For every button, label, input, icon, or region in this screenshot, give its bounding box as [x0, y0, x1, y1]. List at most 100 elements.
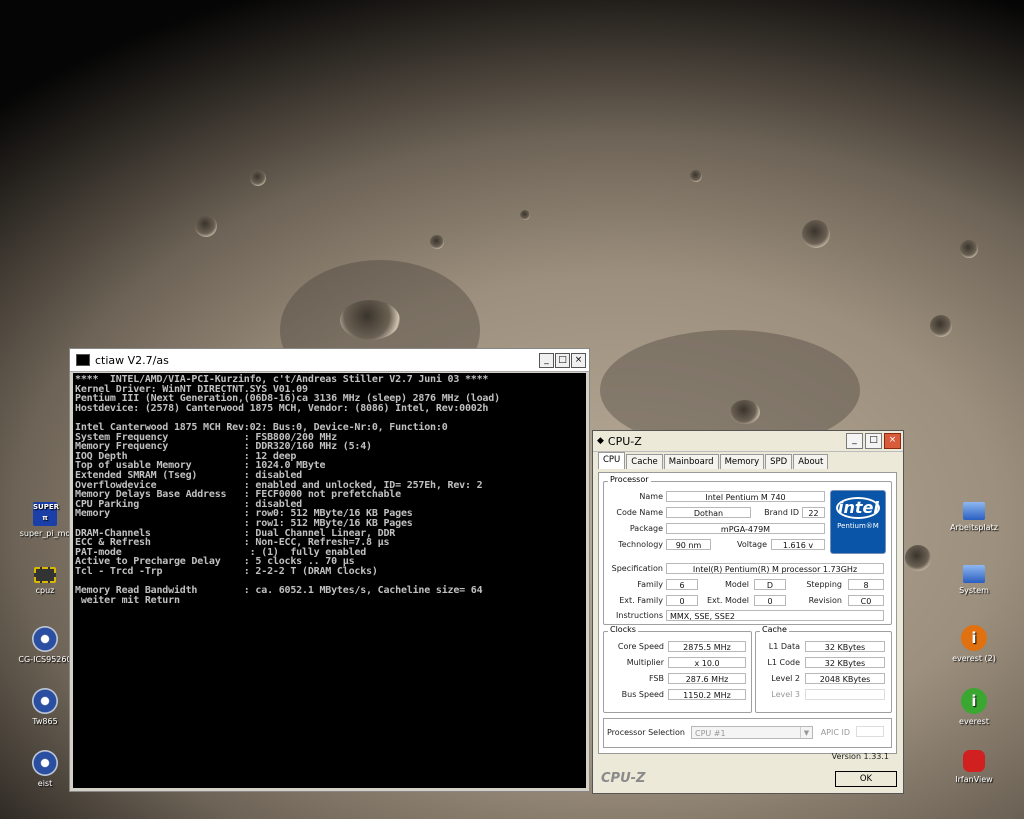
- info-icon: i: [961, 625, 987, 651]
- console-line: Hostdevice: (2578) Canterwood 1875 MCH, …: [75, 402, 489, 414]
- desktop-icon-system[interactable]: System: [942, 565, 1006, 595]
- processor-selection-label: Processor Selection: [607, 728, 685, 737]
- voltage-label: Voltage: [736, 540, 767, 549]
- tab-spd[interactable]: SPD: [765, 454, 793, 469]
- revision-value: C0: [848, 595, 884, 606]
- desktop-icon-arbeitsplatz[interactable]: Arbeitsplatz: [942, 502, 1006, 532]
- l1-code-value: 32 KBytes: [805, 657, 885, 668]
- desktop-icon-everest-2[interactable]: i everest (2): [942, 625, 1006, 663]
- desktop-icon-eist[interactable]: eist: [13, 750, 77, 788]
- stepping-label: Stepping: [806, 580, 842, 589]
- desktop-icon-label: everest (2): [952, 654, 996, 663]
- bus-speed-label: Bus Speed: [621, 690, 664, 699]
- apic-id-label: APIC ID: [820, 728, 850, 737]
- console-title: ctiaw V2.7/as: [95, 353, 169, 367]
- multiplier-value: x 10.0: [668, 657, 746, 668]
- tab-about[interactable]: About: [793, 454, 829, 469]
- l1-data-label: L1 Data: [768, 642, 800, 651]
- level2-value: 2048 KBytes: [805, 673, 885, 684]
- desktop-icon-label: cpuz: [35, 586, 55, 595]
- brandid-label: Brand ID: [764, 508, 799, 517]
- maximize-button[interactable]: □: [555, 352, 570, 368]
- processor-selection-dropdown[interactable]: CPU #1 ▼: [691, 726, 813, 739]
- spec-value: Intel(R) Pentium(R) M processor 1.73GHz: [666, 563, 884, 574]
- desktop-icon-cpuz[interactable]: cpuz: [13, 567, 77, 595]
- tool-gear-icon: [32, 688, 58, 714]
- core-speed-value: 2875.5 MHz: [668, 641, 746, 652]
- minimize-button[interactable]: _: [539, 352, 554, 368]
- fsb-label: FSB: [648, 674, 664, 683]
- desktop-icon-cg-ics[interactable]: CG-ICS95260: [13, 626, 77, 664]
- package-value: mPGA-479M: [666, 523, 825, 534]
- console-titlebar[interactable]: ctiaw V2.7/as _ □ ×: [70, 349, 589, 372]
- desktop-icon-label: everest: [959, 717, 989, 726]
- processor-group-label: Processor: [608, 475, 651, 484]
- tab-memory[interactable]: Memory: [719, 454, 765, 469]
- tab-cpu[interactable]: CPU: [598, 452, 626, 469]
- computer-icon: [963, 502, 985, 520]
- console-line: weiter mit Return: [75, 594, 180, 606]
- clocks-group: Clocks Core Speed 2875.5 MHz Multiplier …: [603, 625, 752, 713]
- close-button[interactable]: ×: [571, 352, 586, 368]
- close-button[interactable]: ×: [884, 433, 901, 449]
- apic-id-value: [856, 726, 884, 737]
- desktop-icon-tw865[interactable]: Tw865: [13, 688, 77, 726]
- tab-cache[interactable]: Cache: [626, 454, 663, 469]
- bus-speed-value: 1150.2 MHz: [668, 689, 746, 700]
- console-icon: [76, 354, 90, 366]
- instructions-label: Instructions: [616, 611, 663, 620]
- cpuz-window[interactable]: ◆ CPU-Z _ □ × CPU Cache Mainboard Memory…: [592, 430, 904, 794]
- desktop-icon-super-pi[interactable]: SUPER π super_pi_mo: [13, 502, 77, 538]
- version-label: Version 1.33.1: [831, 752, 889, 761]
- super-pi-icon: SUPER π: [33, 502, 59, 526]
- core-speed-label: Core Speed: [617, 642, 664, 651]
- cpuz-app-icon: ◆: [597, 436, 604, 446]
- extfamily-value: 0: [666, 595, 698, 606]
- irfanview-icon: [963, 750, 985, 772]
- processor-selection-value: CPU #1: [695, 729, 726, 738]
- cpuz-brand: CPU-Z: [601, 771, 646, 786]
- stepping-value: 8: [848, 579, 884, 590]
- desktop-icon-label: Tw865: [32, 717, 58, 726]
- desktop-icon-irfanview[interactable]: IrfanView: [942, 750, 1006, 784]
- console-window[interactable]: ctiaw V2.7/as _ □ × **** INTEL/AMD/VIA-P…: [69, 348, 590, 792]
- family-value: 6: [666, 579, 698, 590]
- maximize-button[interactable]: □: [865, 433, 882, 449]
- ok-button[interactable]: OK: [835, 771, 897, 787]
- tab-bar: CPU Cache Mainboard Memory SPD About: [598, 452, 829, 469]
- level3-value: [805, 689, 885, 700]
- tab-mainboard[interactable]: Mainboard: [663, 454, 719, 469]
- console-line: Tcl - Trcd -Trp : 2-2-2 T (DRAM Clocks): [75, 565, 378, 577]
- intel-pentium-m-logo: intel Pentium®M: [830, 490, 886, 554]
- desktop-icon-label: IrfanView: [955, 775, 993, 784]
- desktop-icon-label: CG-ICS95260: [18, 655, 72, 664]
- cpuz-titlebar[interactable]: ◆ CPU-Z _ □ ×: [593, 431, 903, 452]
- fsb-value: 287.6 MHz: [668, 673, 746, 684]
- codename-label: Code Name: [616, 508, 663, 517]
- selection-group: Processor Selection CPU #1 ▼ APIC ID: [603, 718, 892, 748]
- tool-gear-icon: [32, 750, 58, 776]
- multiplier-label: Multiplier: [626, 658, 664, 667]
- extmodel-label: Ext. Model: [706, 596, 749, 605]
- computer-icon: [963, 565, 985, 583]
- minimize-button[interactable]: _: [846, 433, 863, 449]
- codename-value: Dothan: [666, 507, 751, 518]
- instructions-value: MMX, SSE, SSE2: [666, 610, 884, 621]
- clocks-group-label: Clocks: [608, 625, 638, 634]
- desktop-icon-everest[interactable]: i everest: [942, 688, 1006, 726]
- package-label: Package: [629, 524, 663, 533]
- console-output[interactable]: **** INTEL/AMD/VIA-PCI-Kurzinfo, c't/And…: [73, 373, 586, 788]
- technology-value: 90 nm: [666, 539, 711, 550]
- cpu-panel: Processor Name Intel Pentium M 740 Code …: [598, 472, 897, 754]
- cache-group: Cache L1 Data 32 KBytes L1 Code 32 KByte…: [755, 625, 892, 713]
- technology-label: Technology: [618, 540, 663, 549]
- extfamily-label: Ext. Family: [619, 596, 663, 605]
- extmodel-value: 0: [754, 595, 786, 606]
- pentium-m-label: Pentium®M: [837, 522, 879, 530]
- spec-label: Specification: [611, 564, 663, 573]
- l1-data-value: 32 KBytes: [805, 641, 885, 652]
- level3-label: Level 3: [771, 690, 800, 699]
- desktop-icon-label: super_pi_mo: [19, 529, 71, 538]
- family-label: Family: [637, 580, 663, 589]
- model-label: Model: [724, 580, 749, 589]
